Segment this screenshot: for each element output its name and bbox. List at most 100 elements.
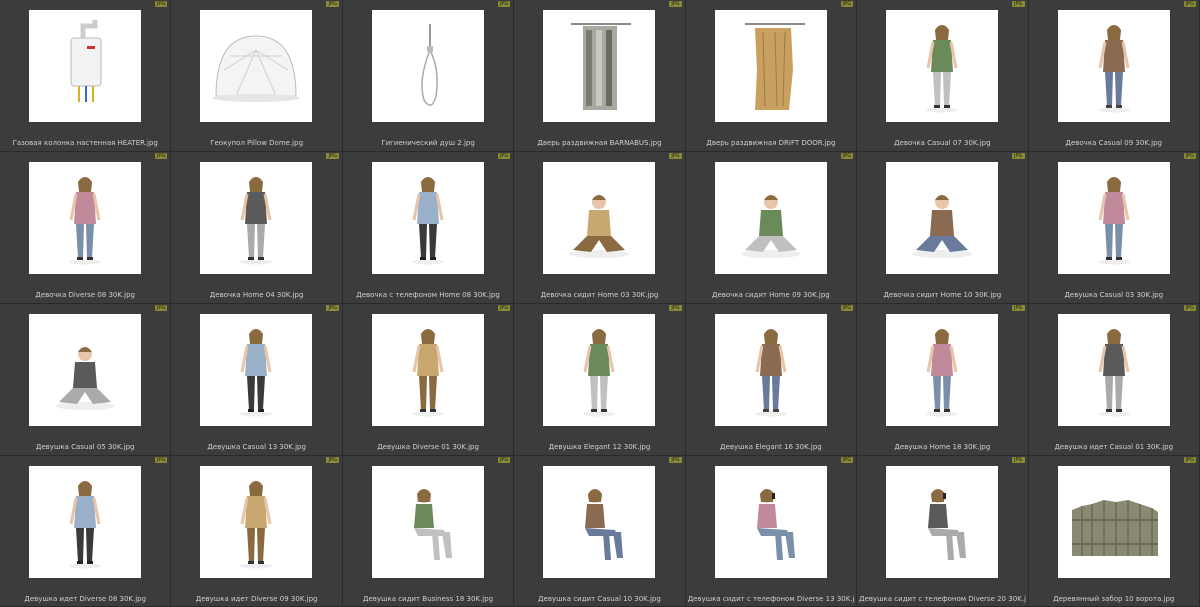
girl-with-bear-icon[interactable] <box>200 162 313 274</box>
thumbnail-item[interactable]: JPG Девочка Diverse 08 30K.jpg <box>0 152 172 304</box>
file-name-label: Девушка Elegant 16 30K.jpg <box>720 443 822 451</box>
file-type-badge: JPG <box>497 305 511 311</box>
thumbnail-item[interactable]: JPG Девушка идет Casual 01 30K.jpg <box>1028 304 1200 456</box>
file-type-badge: JPG <box>155 305 168 311</box>
file-type-badge: JPG <box>1012 153 1025 159</box>
woman-suit-icon[interactable] <box>543 314 656 426</box>
file-type-badge: JPG <box>1012 457 1025 463</box>
woman-dress-icon[interactable] <box>29 466 141 578</box>
thumbnail-item[interactable]: JPG Девушка сидит с телефоном Diverse 13… <box>685 456 858 607</box>
file-type-badge: JPG <box>326 153 339 159</box>
file-name-label: Дверь раздвижная BARNABUS.jpg <box>537 139 662 147</box>
file-type-badge: JPG <box>669 305 682 311</box>
thumbnail-item[interactable]: JPG Девочка сидит Home 10 30K.jpg <box>857 152 1029 304</box>
thumbnail-item[interactable]: JPG Девочка Home 04 30K.jpg <box>171 152 343 304</box>
file-name-label: Девочка с телефоном Home 08 30K.jpg <box>356 291 500 299</box>
file-name-label: Девушка Home 18 30K.jpg <box>894 443 991 451</box>
girl-phone-icon[interactable] <box>371 162 484 274</box>
girl-kneeling-icon[interactable] <box>886 162 999 274</box>
thumbnail-item[interactable]: JPG Девушка Elegant 12 30K.jpg <box>514 304 686 456</box>
girl-sitting-icon[interactable] <box>714 162 827 274</box>
file-name-label: Девушка Casual 05 30K.jpg <box>35 443 135 451</box>
file-name-label: Девушка идет Diverse 08 30K.jpg <box>24 595 147 603</box>
thumbnail-item[interactable]: JPG Девушка Casual 03 30K.jpg <box>1028 152 1200 304</box>
girl-figure-icon[interactable] <box>29 162 141 274</box>
thumbnail-item[interactable]: JPG Газовая колонка настенная HEATER.jpg <box>0 0 172 152</box>
dome-icon[interactable] <box>200 10 313 122</box>
thumbnail-item[interactable]: JPG Дверь раздвижная BARNABUS.jpg <box>514 0 686 152</box>
file-type-badge: JPG <box>1183 305 1196 311</box>
woman-figure-icon[interactable] <box>200 314 313 426</box>
file-name-label: Девушка сидит с телефоном Diverse 20 30K… <box>859 595 1026 603</box>
thumbnail-item[interactable]: JPG Девушка Home 18 30K.jpg <box>857 304 1029 456</box>
thumbnail-item[interactable]: JPG Девушка Casual 05 30K.jpg <box>0 304 172 456</box>
woman-walking-icon[interactable] <box>200 466 313 578</box>
file-name-label: Девочка сидит Home 03 30K.jpg <box>540 291 659 299</box>
file-type-badge: JPG <box>1012 1 1025 7</box>
thumbnail-item[interactable]: JPG Девочка с телефоном Home 08 30K.jpg <box>342 152 515 304</box>
girl-figure-icon[interactable] <box>886 10 999 122</box>
file-type-badge: JPG <box>326 457 339 463</box>
file-name-label: Девушка идет Diverse 09 30K.jpg <box>195 595 318 603</box>
file-type-badge: JPG <box>1183 153 1196 159</box>
woman-figure-icon[interactable] <box>886 314 999 426</box>
woman-figure-icon[interactable] <box>1057 162 1170 274</box>
girl-figure-icon[interactable] <box>1057 10 1170 122</box>
shower-icon[interactable] <box>371 10 484 122</box>
woman-crouching-icon[interactable] <box>29 314 141 426</box>
woman-dress-icon[interactable] <box>371 314 484 426</box>
file-name-label: Девочка Home 04 30K.jpg <box>209 291 304 299</box>
file-type-badge: JPG <box>840 153 854 159</box>
thumbnail-item[interactable]: JPG Девушка сидит с телефоном Diverse 20… <box>857 456 1029 607</box>
thumbnail-item[interactable]: JPG Девочка сидит Home 09 30K.jpg <box>685 152 858 304</box>
thumbnail-item[interactable]: JPG Девочка Casual 07 30K.jpg <box>857 0 1029 152</box>
file-name-label: Гигиенический душ 2.jpg <box>381 139 475 147</box>
file-name-label: Девушка Casual 03 30K.jpg <box>1064 291 1164 299</box>
woman-walking-icon[interactable] <box>1057 314 1170 426</box>
file-name-label: Девушка Diverse 01 30K.jpg <box>377 443 479 451</box>
file-type-badge: JPG <box>1183 1 1196 7</box>
thumbnail-item[interactable]: JPG Девочка сидит Home 03 30K.jpg <box>514 152 686 304</box>
water-heater-icon[interactable] <box>29 10 141 122</box>
thumbnail-item[interactable]: JPG Деревянный забор 10 ворота.jpg <box>1028 456 1200 607</box>
thumbnail-item[interactable]: JPG Девушка сидит Business 18 30K.jpg <box>342 456 515 607</box>
sliding-door-icon[interactable] <box>543 10 656 122</box>
woman-seated-icon[interactable] <box>543 466 656 578</box>
file-type-badge: JPG <box>497 153 511 159</box>
girl-sitting-icon[interactable] <box>543 162 656 274</box>
file-name-label: Газовая колонка настенная HEATER.jpg <box>12 139 158 147</box>
file-name-label: Девушка сидит с телефоном Diverse 13 30K… <box>687 595 855 603</box>
thumbnail-item[interactable]: JPG Девушка Casual 13 30K.jpg <box>171 304 343 456</box>
file-name-label: Девочка сидит Home 10 30K.jpg <box>883 291 1002 299</box>
thumbnail-item[interactable]: JPG Девушка идет Diverse 09 30K.jpg <box>171 456 343 607</box>
file-type-badge: JPG <box>669 1 682 7</box>
woman-dress-icon[interactable] <box>714 314 827 426</box>
file-type-badge: JPG <box>155 153 168 159</box>
woman-seated-phone-icon[interactable] <box>714 466 827 578</box>
thumbnail-item[interactable]: JPG Девушка сидит Casual 10 30K.jpg <box>514 456 686 607</box>
thumbnail-item[interactable]: JPG Девушка Diverse 01 30K.jpg <box>342 304 515 456</box>
file-name-label: Деревянный забор 10 ворота.jpg <box>1053 595 1175 603</box>
file-type-badge: JPG <box>840 1 854 7</box>
file-name-label: Девушка сидит Casual 10 30K.jpg <box>538 595 661 603</box>
woman-seated-icon[interactable] <box>371 466 484 578</box>
thumbnail-item[interactable]: JPG Гигиенический душ 2.jpg <box>342 0 515 152</box>
wooden-fence-icon[interactable] <box>1057 466 1170 578</box>
file-type-badge: JPG <box>1012 305 1025 311</box>
wooden-door-icon[interactable] <box>714 10 827 122</box>
file-name-label: Дверь раздвижная DRIFT DOOR.jpg <box>706 139 836 147</box>
file-name-label: Девочка Casual 07 30K.jpg <box>894 139 991 147</box>
file-name-label: Девушка Casual 13 30K.jpg <box>207 443 306 451</box>
file-type-badge: JPG <box>669 153 682 159</box>
file-type-badge: JPG <box>840 457 854 463</box>
thumbnail-item[interactable]: JPG Девушка идет Diverse 08 30K.jpg <box>0 456 172 607</box>
thumbnail-item[interactable]: JPG Геокупол Pillow Dome.jpg <box>171 0 343 152</box>
file-type-badge: JPG <box>326 1 339 7</box>
thumbnail-item[interactable]: JPG Дверь раздвижная DRIFT DOOR.jpg <box>685 0 858 152</box>
file-type-badge: JPG <box>155 457 168 463</box>
woman-seated-phone-icon[interactable] <box>886 466 999 578</box>
thumbnail-item[interactable]: JPG Девушка Elegant 16 30K.jpg <box>685 304 858 456</box>
file-type-badge: JPG <box>840 305 854 311</box>
thumbnail-item[interactable]: JPG Девочка Casual 09 30K.jpg <box>1028 0 1200 152</box>
file-name-label: Девушка сидит Business 18 30K.jpg <box>363 595 494 603</box>
